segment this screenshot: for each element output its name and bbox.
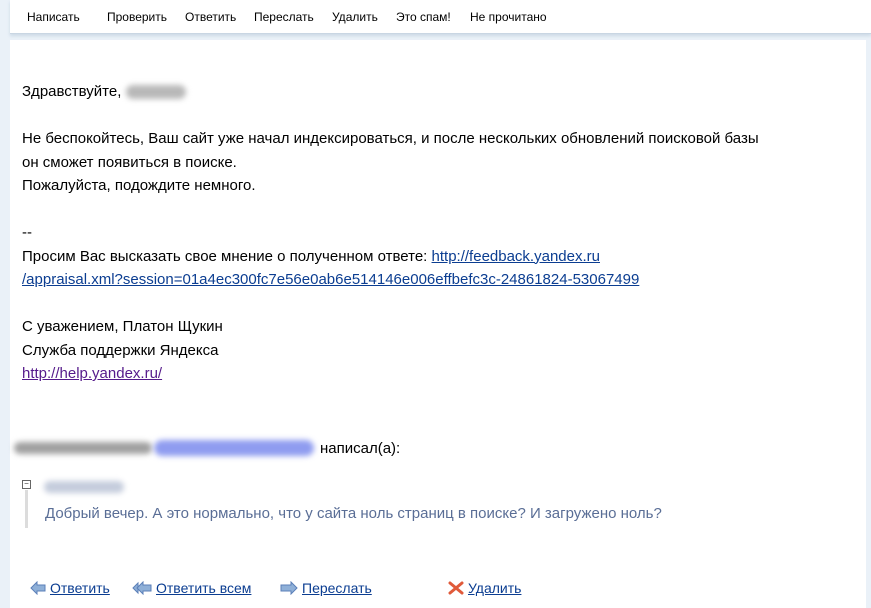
body-line-1: Не беспокойтесь, Ваш сайт уже начал инде… [22,130,759,147]
feedback-line: Просим Вас высказать свое мнение о получ… [22,245,862,269]
redacted-quoted-author [44,481,124,493]
feedback-link-continued-line: /appraisal.xml?session=01a4ec300fc7e56e0… [22,268,862,292]
quote-attribution: написал(а): [14,436,400,460]
mark-unread-button[interactable]: Не прочитано [470,10,547,24]
reply-button[interactable]: Ответить [185,10,236,24]
message-pane: Здравствуйте, Не беспокойтесь, Ваш сайт … [10,40,866,608]
collapse-quote-toggle[interactable]: − [22,480,31,489]
feedback-prompt: Просим Вас высказать свое мнение о получ… [22,247,428,265]
delete-action[interactable]: Удалить [448,580,521,596]
reply-all-action-label: Ответить всем [156,580,252,596]
spam-button[interactable]: Это спам! [396,10,451,24]
reply-all-arrow-icon [132,581,152,595]
team-line: Служба поддержки Яндекса [22,341,219,359]
quote-bar [25,490,28,528]
help-link[interactable]: http://help.yandex.ru/ [22,365,162,382]
reply-all-action[interactable]: Ответить всем [132,580,251,596]
reply-arrow-icon [30,581,46,595]
quoted-message: − Добрый вечер. А это нормально, что у с… [20,480,850,530]
feedback-link[interactable]: http://feedback.yandex.ru [432,248,600,265]
feedback-link-continued[interactable]: /appraisal.xml?session=01a4ec300fc7e56e0… [22,271,639,288]
wrote-label: написал(а): [320,439,401,457]
delete-action-label: Удалить [468,580,522,596]
delete-button[interactable]: Удалить [332,10,378,24]
compose-button[interactable]: Написать [27,10,80,24]
body-line-2: он сможет появиться в поиске. [22,153,237,171]
redacted-name [125,85,186,100]
quoted-text: Добрый вечер. А это нормально, что у сай… [45,505,662,522]
greeting-text: Здравствуйте, [22,83,122,100]
delete-x-icon [448,581,464,595]
message-body: Здравствуйте, Не беспокойтесь, Ваш сайт … [22,80,862,386]
help-link-line: http://help.yandex.ru/ [22,362,862,386]
greeting-line: Здравствуйте, [22,80,862,104]
regards-line: С уважением, Платон Щукин [22,318,223,335]
forward-action-label: Переслать [302,580,372,596]
toolbar: Написать Проверить Ответить Переслать Уд… [10,0,871,34]
reply-action-label: Ответить [50,580,110,596]
redacted-sender-email [154,440,314,456]
check-mail-button[interactable]: Проверить [107,10,167,24]
forward-action[interactable]: Переслать [280,580,372,596]
reply-action[interactable]: Ответить [30,580,110,596]
signature-separator: -- [22,224,32,241]
redacted-sender-name [14,442,152,454]
forward-arrow-icon [280,581,298,595]
body-line-3: Пожалуйста, подождите немного. [22,177,256,194]
forward-button[interactable]: Переслать [254,10,314,24]
quoted-author [44,481,124,493]
